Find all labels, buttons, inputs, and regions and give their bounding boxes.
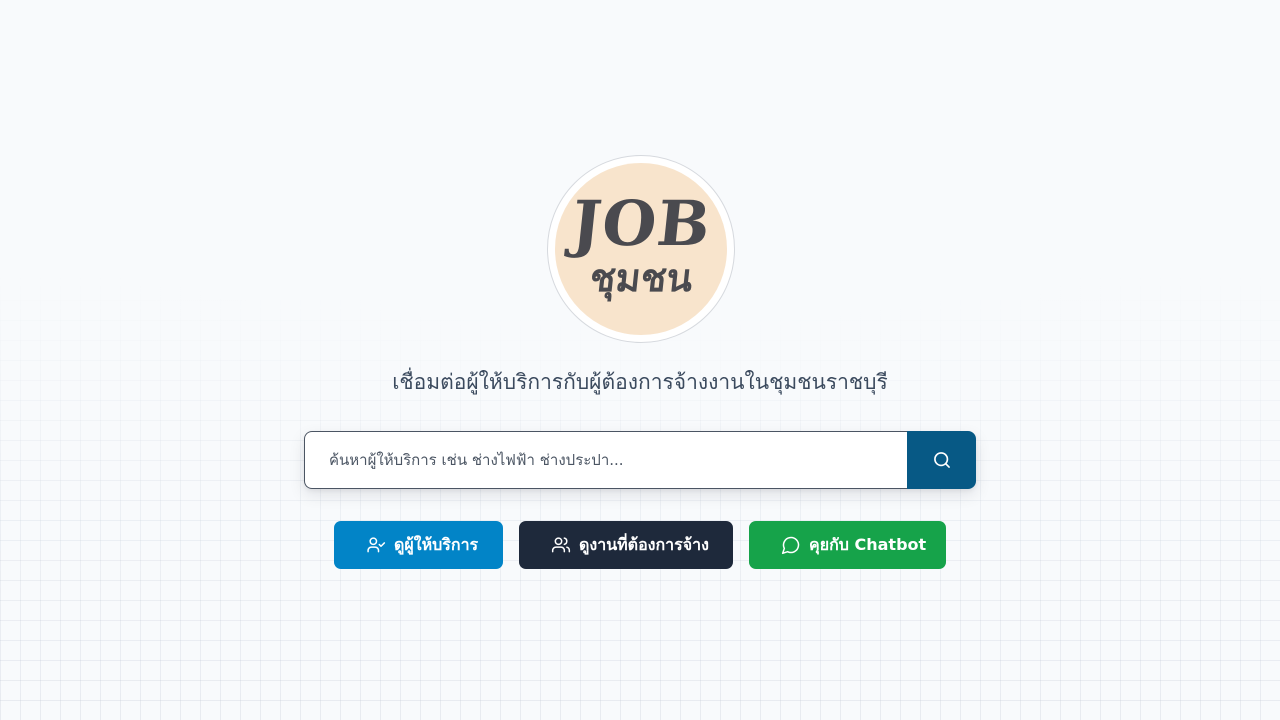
users-icon [551, 537, 571, 553]
message-circle-icon [781, 536, 800, 555]
view-providers-button[interactable]: ดูผู้ให้บริการ [334, 521, 503, 569]
logo-circle: JOB ชุมชน [555, 163, 727, 335]
logo-text-bottom: ชุมชน [587, 256, 695, 300]
logo: JOB ชุมชน [547, 155, 735, 343]
tagline: เชื่อมต่อผู้ให้บริการกับผู้ต้องการจ้างงา… [392, 370, 888, 394]
search-bar [304, 431, 976, 489]
hero-section: JOB ชุมชน เชื่อมต่อผู้ให้บริการกับผู้ต้อ… [0, 0, 1280, 720]
view-providers-label: ดูผู้ให้บริการ [394, 534, 479, 554]
chatbot-button[interactable]: คุยกับ Chatbot [749, 521, 946, 569]
search-button[interactable] [907, 431, 976, 489]
view-jobs-button[interactable]: ดูงานที่ต้องการจ้าง [519, 521, 733, 569]
search-icon [933, 452, 950, 468]
search-input[interactable] [304, 431, 907, 489]
user-check-icon [367, 537, 386, 553]
view-jobs-label: ดูงานที่ต้องการจ้าง [579, 534, 709, 554]
logo-text-top: JOB [567, 187, 715, 260]
action-buttons: ดูผู้ให้บริการ ดูงานที่ต้องการจ้าง คุยกั… [0, 521, 1280, 569]
chatbot-label: คุยกับ Chatbot [809, 534, 927, 554]
